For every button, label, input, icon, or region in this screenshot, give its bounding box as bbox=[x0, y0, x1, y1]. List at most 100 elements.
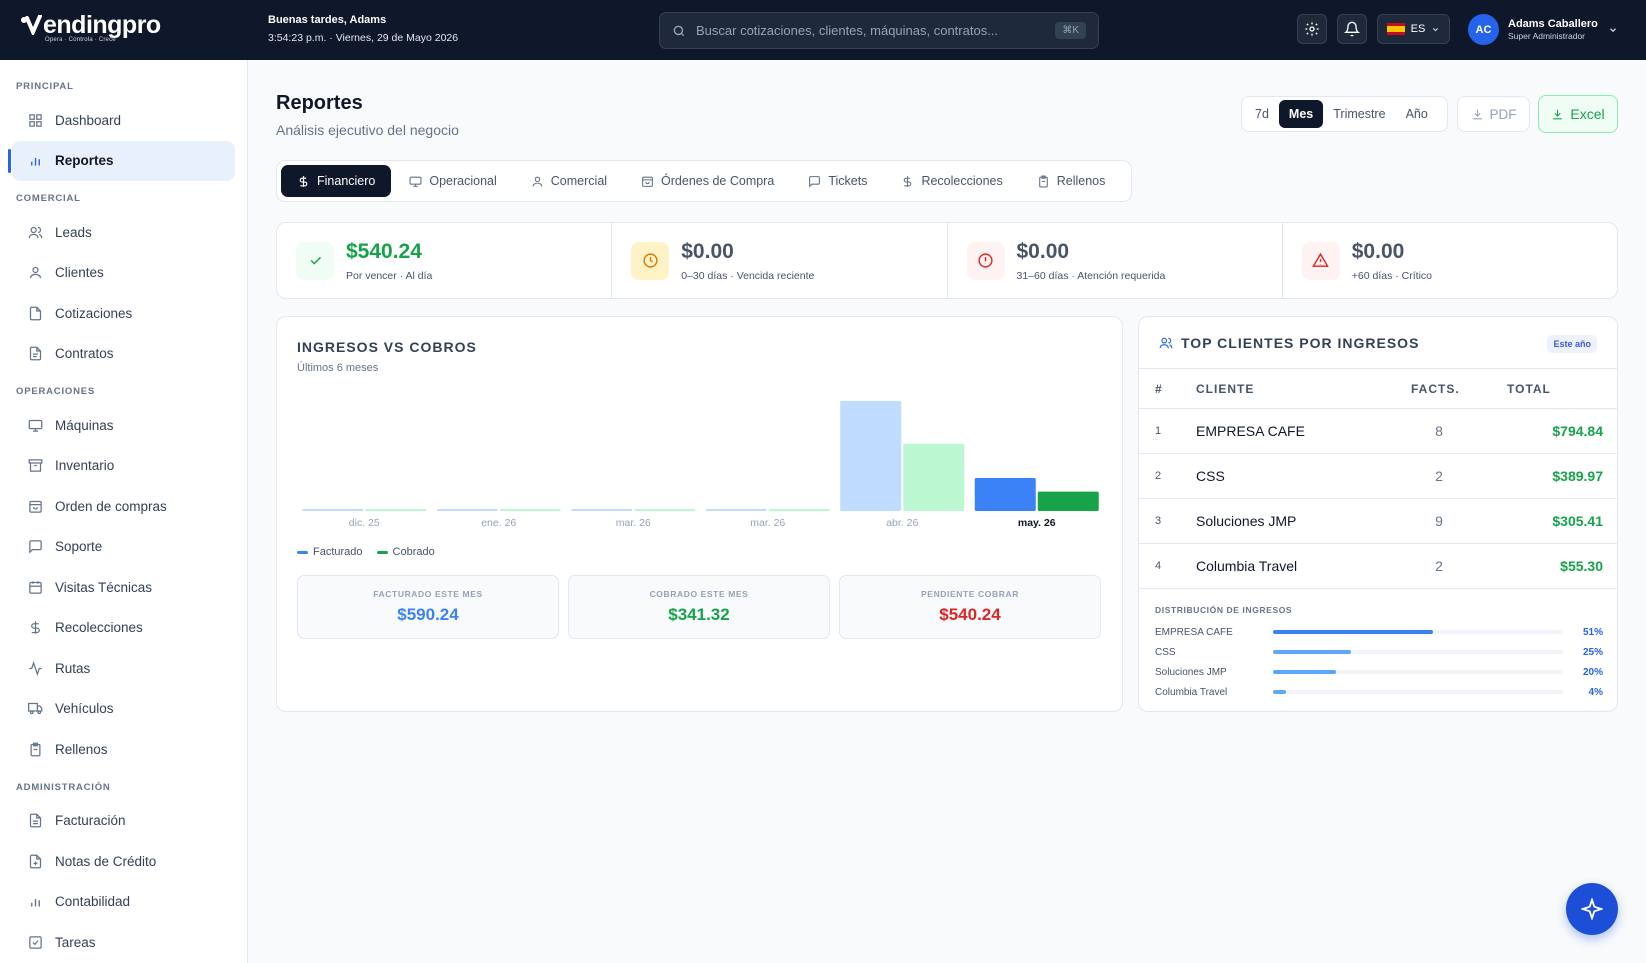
revenue-chart-card: INGRESOS VS COBROS Últimos 6 meses dic. … bbox=[276, 316, 1123, 712]
period-mes[interactable]: Mes bbox=[1278, 100, 1324, 128]
bar-cobrado[interactable] bbox=[1037, 491, 1099, 511]
bar-cobrado[interactable] bbox=[768, 509, 830, 511]
legend-facturado: Facturado bbox=[297, 546, 363, 558]
file-plus-icon bbox=[29, 854, 41, 869]
distribution-row: CSS 25% bbox=[1155, 645, 1603, 659]
brand-logo[interactable]: endingpro Opera · Controla · Crece bbox=[20, 13, 161, 43]
tab-financiero[interactable]: Financiero bbox=[281, 165, 392, 197]
export-pdf-button[interactable]: PDF bbox=[1457, 96, 1530, 132]
kpi-icon-box bbox=[1301, 241, 1340, 280]
avatar: AC bbox=[1468, 14, 1499, 45]
sidebar-item-dashboard[interactable]: Dashboard bbox=[0, 100, 235, 141]
summary-facturado: FACTURADO ESTE MES $590.24 bbox=[297, 575, 559, 639]
bar-facturado[interactable] bbox=[974, 478, 1036, 511]
period-ano[interactable]: Año bbox=[1396, 100, 1438, 128]
sidebar-item-leads[interactable]: Leads bbox=[0, 212, 235, 253]
tab-tickets[interactable]: Tickets bbox=[792, 165, 883, 197]
table-row[interactable]: 1 EMPRESA CAFE 8 $794.84 bbox=[1139, 409, 1617, 454]
dollar-icon bbox=[30, 621, 40, 634]
bar-facturado[interactable] bbox=[571, 509, 633, 511]
bar-facturado[interactable] bbox=[840, 401, 902, 511]
table-row[interactable]: 2 CSS 2 $389.97 bbox=[1139, 454, 1617, 499]
x-tick-label: ene. 26 bbox=[481, 517, 516, 529]
summary-value: $341.32 bbox=[668, 605, 730, 624]
sidebar-item-visitas[interactable]: Visitas Técnicas bbox=[0, 567, 235, 608]
sidebar-section-administracion: ADMINISTRACIÓN bbox=[16, 781, 111, 793]
tab-label: Órdenes de Compra bbox=[661, 174, 775, 188]
top-clients-card: TOP CLIENTES POR INGRESOS Este año # CLI… bbox=[1138, 316, 1618, 712]
tab-comercial[interactable]: Comercial bbox=[515, 165, 623, 197]
spain-flag-icon bbox=[1386, 23, 1405, 35]
chevron-down-icon bbox=[1433, 27, 1439, 31]
gear-icon bbox=[1305, 22, 1319, 36]
legend-label: Facturado bbox=[313, 546, 363, 558]
period-trimestre[interactable]: Trimestre bbox=[1323, 100, 1395, 128]
sidebar-item-inventario[interactable]: Inventario bbox=[0, 446, 235, 487]
x-tick-label: may. 26 bbox=[1018, 517, 1056, 529]
distribution-row: Soluciones JMP 20% bbox=[1155, 665, 1603, 679]
sidebar-item-maquinas[interactable]: Máquinas bbox=[0, 405, 235, 446]
dollar-icon bbox=[299, 175, 308, 187]
tab-operacional[interactable]: Operacional bbox=[393, 165, 512, 197]
sidebar-item-label: Clientes bbox=[55, 265, 104, 281]
search-shortcut: ⌘K bbox=[1055, 22, 1086, 39]
sidebar-item-rutas[interactable]: Rutas bbox=[0, 648, 235, 689]
search-input[interactable] bbox=[696, 23, 1056, 38]
table-row[interactable]: 4 Columbia Travel 2 $55.30 bbox=[1139, 544, 1617, 589]
shopping-bag-icon bbox=[642, 176, 653, 187]
settings-button[interactable] bbox=[1297, 14, 1327, 44]
sidebar-item-cotizaciones[interactable]: Cotizaciones bbox=[0, 293, 235, 334]
bar-facturado[interactable] bbox=[436, 509, 498, 511]
summary-pendiente: PENDIENTE COBRAR $540.24 bbox=[839, 575, 1101, 639]
kpi-60-plus: $0.00 +60 días · Crítico bbox=[1283, 223, 1617, 298]
sidebar-item-tareas[interactable]: Tareas bbox=[0, 922, 235, 963]
kpi-label: Por vencer · Al día bbox=[346, 269, 433, 282]
summary-label: PENDIENTE COBRAR bbox=[921, 589, 1019, 599]
period-7d[interactable]: 7d bbox=[1245, 100, 1279, 128]
notifications-button[interactable] bbox=[1337, 14, 1367, 44]
sidebar-item-recolecciones[interactable]: Recolecciones bbox=[0, 608, 235, 649]
table-header: # CLIENTE FACTS. TOTAL bbox=[1139, 368, 1617, 409]
user-menu[interactable]: AC Adams Caballero Super Administrador bbox=[1468, 14, 1618, 45]
x-tick-label: mar. 26 bbox=[616, 517, 651, 529]
sidebar-item-notas-credito[interactable]: Notas de Crédito bbox=[0, 841, 235, 882]
chevron-down-icon bbox=[1609, 27, 1616, 32]
bar-chart-icon bbox=[30, 899, 40, 907]
clipboard-icon bbox=[1038, 175, 1048, 187]
sidebar-item-label: Leads bbox=[55, 224, 92, 240]
bar-cobrado[interactable] bbox=[365, 509, 427, 511]
summary-label: FACTURADO ESTE MES bbox=[373, 589, 483, 599]
sidebar-item-soporte[interactable]: Soporte bbox=[0, 527, 235, 568]
sidebar-item-reportes[interactable]: Reportes bbox=[8, 140, 235, 181]
tab-rellenos[interactable]: Rellenos bbox=[1021, 165, 1122, 197]
row-facts: 9 bbox=[1435, 513, 1443, 529]
tab-ordenes-compra[interactable]: Órdenes de Compra bbox=[625, 165, 790, 197]
language-selector[interactable]: ES bbox=[1377, 14, 1450, 44]
bar-cobrado[interactable] bbox=[499, 509, 561, 511]
sidebar-item-label: Reportes bbox=[55, 153, 114, 169]
bar-facturado[interactable] bbox=[302, 509, 364, 511]
sidebar-item-clientes[interactable]: Clientes bbox=[0, 253, 235, 294]
legend-cobrado: Cobrado bbox=[376, 546, 435, 558]
sidebar-item-contratos[interactable]: Contratos bbox=[0, 334, 235, 375]
sidebar-item-contabilidad[interactable]: Contabilidad bbox=[0, 882, 235, 923]
tab-recolecciones[interactable]: Recolecciones bbox=[885, 165, 1018, 197]
export-excel-button[interactable]: Excel bbox=[1538, 95, 1618, 133]
global-search[interactable]: ⌘K bbox=[659, 12, 1099, 49]
pdf-label: PDF bbox=[1489, 106, 1517, 122]
summary-label: COBRADO ESTE MES bbox=[649, 589, 749, 599]
sidebar-item-rellenos[interactable]: Rellenos bbox=[0, 729, 235, 770]
ai-assistant-button[interactable] bbox=[1566, 883, 1618, 935]
bar-cobrado[interactable] bbox=[634, 509, 696, 511]
bar-facturado[interactable] bbox=[705, 509, 767, 511]
table-row[interactable]: 3 Soluciones JMP 9 $305.41 bbox=[1139, 499, 1617, 544]
file-icon bbox=[29, 306, 41, 321]
sidebar-item-label: Contratos bbox=[55, 346, 114, 362]
grid-icon bbox=[28, 114, 42, 127]
bar-cobrado[interactable] bbox=[903, 443, 965, 511]
sidebar-item-facturacion[interactable]: Facturación bbox=[0, 801, 235, 842]
bar-chart: dic. 25 ene. 26 mar. 26 mar. 26 abr. 26 may. … bbox=[302, 401, 1099, 529]
sidebar-item-label: Máquinas bbox=[55, 417, 114, 433]
sidebar-item-vehiculos[interactable]: Vehículos bbox=[0, 689, 235, 730]
sidebar-item-orden-compras[interactable]: Orden de compras bbox=[0, 486, 235, 527]
